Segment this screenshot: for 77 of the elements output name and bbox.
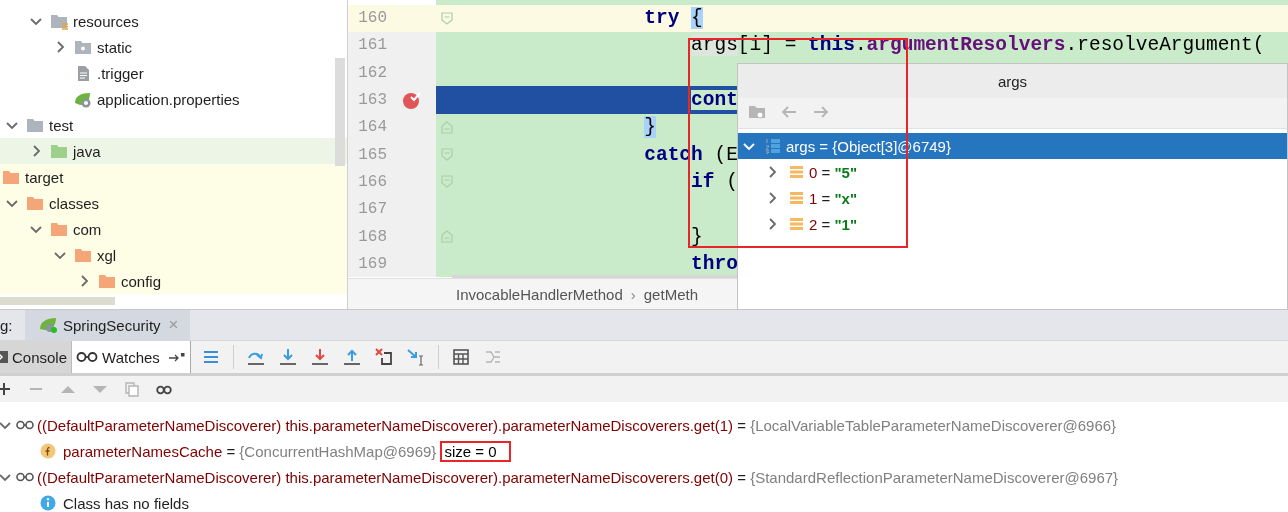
folder-icon	[74, 38, 92, 56]
leaf-file-icon	[74, 90, 92, 108]
glasses-icon	[16, 471, 34, 483]
breadcrumb-item[interactable]: getMeth	[643, 285, 698, 303]
folder-icon	[26, 116, 44, 134]
watch-item[interactable]: ((DefaultParameterNameDiscoverer) this.parameterNameDiscoverer).parameterNameDiscoverers.get(0) = {StandardReflectionParameterNameDiscoverer@6967}	[0, 464, 1288, 490]
glasses-icon	[16, 419, 34, 431]
tree-item[interactable]: com	[0, 216, 347, 242]
folder-icon	[26, 194, 44, 212]
breakpoint-icon[interactable]	[401, 90, 422, 111]
tree-item[interactable]: 1 = "x"	[738, 185, 1287, 211]
folder-icon	[50, 220, 68, 238]
panel-label: g:	[0, 316, 14, 334]
folder-icon	[50, 142, 68, 160]
line-number: 166	[357, 172, 387, 191]
tree-item[interactable]: test	[0, 112, 347, 138]
view-tab[interactable]: Watches	[71, 341, 191, 373]
breadcrumb-separator: ›	[630, 285, 636, 303]
line-number: 163	[357, 91, 387, 110]
line-number: 169	[357, 254, 387, 273]
tree-item[interactable]: java	[0, 138, 347, 164]
tree-item[interactable]: xgl	[0, 242, 347, 268]
scrollbar[interactable]	[0, 297, 115, 305]
folder-icon	[2, 168, 20, 186]
line-number: 164	[357, 118, 387, 137]
field-icon	[788, 189, 804, 207]
fold-marker-icon[interactable]	[439, 229, 454, 244]
watch-item[interactable]: parameterNamesCache = {ConcurrentHashMap@6969} size = 0	[0, 438, 1288, 464]
scrollbar[interactable]	[335, 58, 345, 166]
code-text: try {	[643, 8, 703, 29]
field-icon	[788, 215, 804, 233]
arrow-down-icon[interactable]	[277, 347, 298, 367]
fold-marker-icon[interactable]	[439, 119, 454, 135]
leaf-icon	[39, 316, 59, 334]
cursor-arrow-icon[interactable]	[405, 347, 426, 367]
tree-item[interactable]: 0 = "5"	[738, 159, 1287, 185]
fold-marker-icon[interactable]	[439, 10, 454, 26]
session-tab[interactable]: SpringSecurity ×	[25, 310, 191, 340]
size-text: size = 0	[440, 440, 511, 462]
tree-item[interactable]: static	[0, 34, 347, 60]
fold-marker-icon[interactable]	[439, 174, 454, 190]
code-text: }	[690, 226, 703, 247]
calculator-icon[interactable]	[450, 347, 471, 367]
field-icon	[788, 163, 804, 181]
line-number: 160	[357, 9, 387, 28]
watch-item[interactable]: Class has no fields	[0, 490, 1288, 512]
folder-icon	[74, 246, 92, 264]
info-icon	[40, 495, 56, 511]
line-number: 167	[357, 200, 387, 219]
folder-icon	[50, 12, 68, 30]
plus-icon[interactable]	[0, 381, 12, 397]
tree-item[interactable]: application.properties	[0, 86, 347, 112]
tree-item[interactable]: config	[0, 268, 347, 294]
glasses-icon	[76, 350, 99, 364]
tree-item[interactable]: resources	[0, 8, 347, 34]
code-text: thro	[690, 253, 738, 274]
view-tab[interactable]: Console	[0, 341, 72, 373]
array-icon	[765, 137, 781, 155]
line-number: 165	[357, 145, 387, 164]
code-text: if (	[690, 171, 738, 192]
arrow-up-icon[interactable]	[341, 347, 362, 367]
popup-title: args	[738, 64, 1287, 98]
folder-icon	[98, 272, 116, 290]
fold-marker-icon[interactable]	[439, 147, 454, 163]
breadcrumb-item[interactable]: InvocableHandlerMethod	[456, 285, 623, 303]
pin-arrow-icon	[167, 351, 186, 363]
line-number: 168	[357, 227, 387, 246]
arrow-down-icon[interactable]	[309, 347, 330, 367]
tree-item[interactable]: target	[0, 164, 347, 190]
tree-item[interactable]: .trigger	[0, 60, 347, 86]
watch-item[interactable]: ((DefaultParameterNameDiscoverer) this.parameterNameDiscoverer).parameterNameDiscoverers.get(1) = {LocalVariableTableParameterNameDiscoverer@6966}	[0, 412, 1288, 438]
tree-item[interactable]: 2 = "1"	[738, 211, 1287, 237]
cross-frame-icon[interactable]	[373, 347, 394, 367]
line-number: 161	[357, 36, 387, 55]
line-number: 162	[357, 63, 387, 82]
tree-item[interactable]: classes	[0, 190, 347, 216]
field-icon	[40, 443, 56, 459]
